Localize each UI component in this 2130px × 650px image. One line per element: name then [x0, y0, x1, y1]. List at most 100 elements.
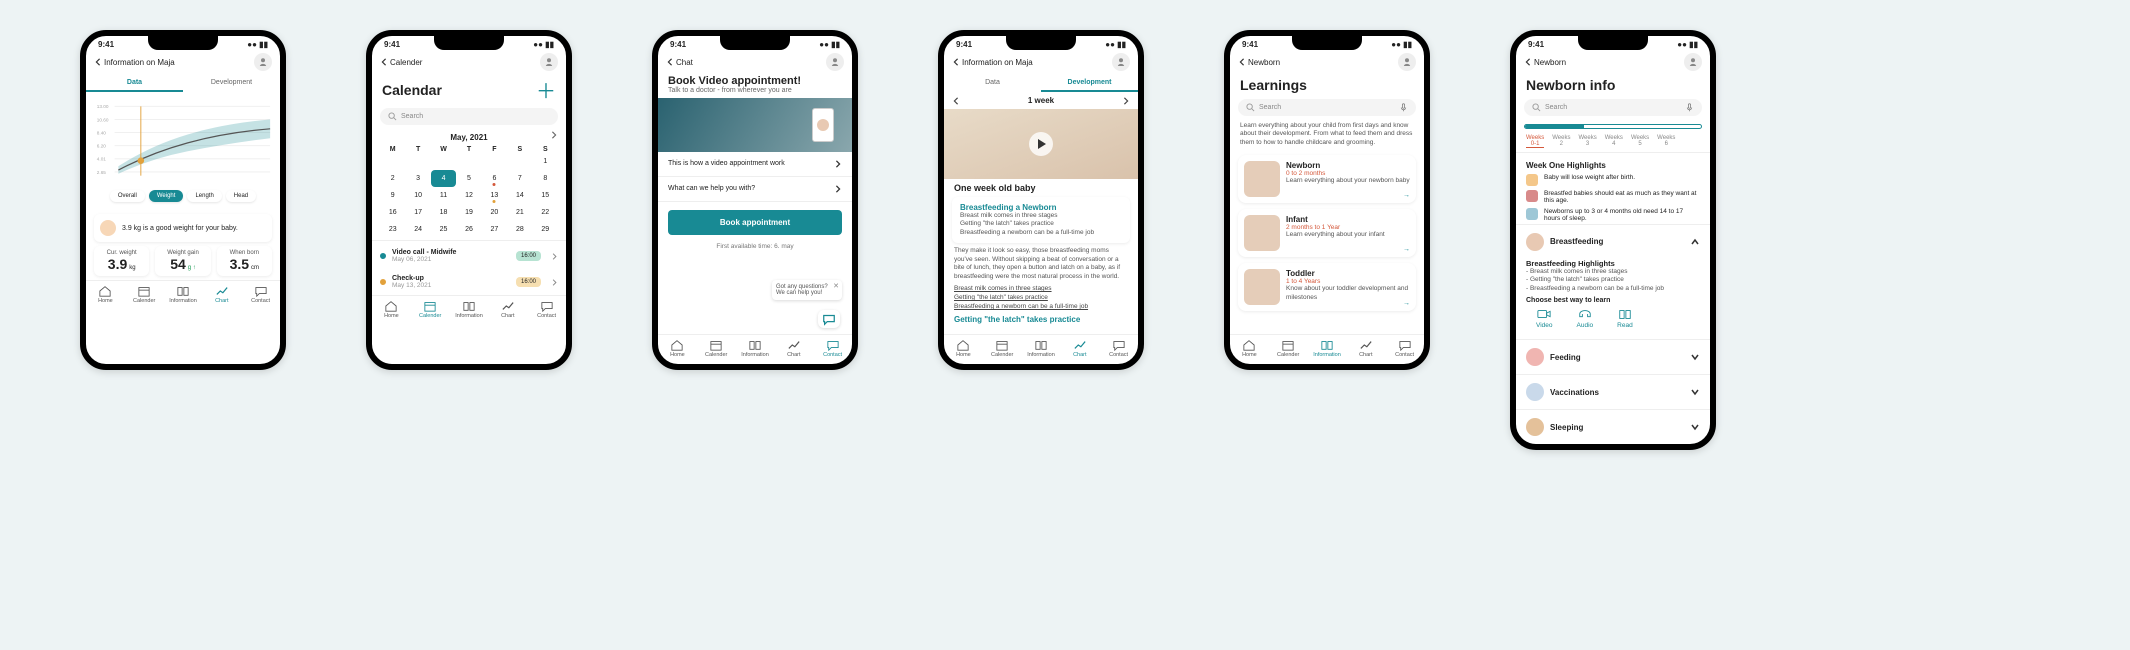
learning-card[interactable]: Newborn0 to 2 monthsLearn everything abo…: [1238, 155, 1416, 203]
nav-calendar[interactable]: Calender: [983, 335, 1022, 364]
nav-chart[interactable]: Chart: [488, 296, 527, 325]
tab-data[interactable]: Data: [86, 75, 183, 92]
learn-opt-audio[interactable]: Audio: [1577, 308, 1594, 329]
calendar-day[interactable]: 9: [380, 187, 405, 204]
calendar-day[interactable]: 1: [533, 153, 558, 170]
article-link[interactable]: Breast milk comes in three stages: [954, 284, 1128, 293]
calendar-day[interactable]: 19: [456, 204, 481, 221]
learn-opt-video[interactable]: Video: [1536, 308, 1553, 329]
nav-home[interactable]: Home: [372, 296, 411, 325]
calendar-day[interactable]: 10: [405, 187, 430, 204]
accordion-breastfeeding[interactable]: Breastfeeding: [1516, 224, 1710, 259]
chat-fab[interactable]: [818, 310, 840, 328]
arrow-right-icon[interactable]: →: [1403, 300, 1410, 307]
week-tab[interactable]: Weeks4: [1605, 135, 1623, 148]
accordion-vaccinations[interactable]: Vaccinations: [1516, 374, 1710, 409]
profile-icon[interactable]: [826, 53, 844, 71]
calendar-day[interactable]: 3: [405, 170, 430, 187]
book-button[interactable]: Book appointment: [668, 210, 842, 235]
calendar-day[interactable]: 24: [405, 221, 430, 238]
tab-development[interactable]: Development: [1041, 75, 1138, 92]
week-prev-button[interactable]: [952, 97, 960, 105]
nav-chart[interactable]: Chart: [1060, 335, 1099, 364]
close-icon[interactable]: ✕: [833, 282, 839, 290]
calendar-day[interactable]: 26: [456, 221, 481, 238]
calendar-day[interactable]: 27: [482, 221, 507, 238]
nav-chart[interactable]: Chart: [202, 281, 241, 310]
segment-parents[interactable]: Parents: [1642, 125, 1701, 129]
segment-mother[interactable]: Mother: [1584, 125, 1643, 129]
week-next-button[interactable]: [1122, 97, 1130, 105]
search-input[interactable]: Search: [1524, 99, 1702, 116]
accordion-sleeping[interactable]: Sleeping: [1516, 409, 1710, 444]
week-tab[interactable]: Weeks0-1: [1526, 135, 1544, 148]
nav-information[interactable]: Information: [1022, 335, 1061, 364]
calendar-day[interactable]: 25: [431, 221, 456, 238]
back-button[interactable]: Information on Maja: [952, 58, 1033, 67]
back-button[interactable]: Chat: [666, 58, 693, 67]
calendar-day[interactable]: 21: [507, 204, 532, 221]
segment-baby[interactable]: Baby: [1525, 125, 1584, 129]
calendar-day[interactable]: 23: [380, 221, 405, 238]
calendar-day[interactable]: 22: [533, 204, 558, 221]
info-row-how[interactable]: This is how a video appointment work: [658, 152, 852, 177]
back-button[interactable]: Newborn: [1238, 58, 1280, 67]
learn-opt-read[interactable]: Read: [1617, 308, 1633, 329]
calendar-day[interactable]: 17: [405, 204, 430, 221]
nav-calendar[interactable]: Calender: [411, 296, 450, 325]
nav-home[interactable]: Home: [944, 335, 983, 364]
calendar-day[interactable]: 7: [507, 170, 532, 187]
nav-chart[interactable]: Chart: [774, 335, 813, 364]
week-tab[interactable]: Weeks5: [1631, 135, 1649, 148]
event-row[interactable]: Video call - MidwifeMay 06, 202116:00: [372, 243, 566, 269]
month-next-button[interactable]: [550, 131, 558, 139]
segmented-control[interactable]: Baby Mother Parents: [1524, 124, 1702, 129]
calendar-day[interactable]: 29: [533, 221, 558, 238]
profile-icon[interactable]: [1112, 53, 1130, 71]
article-link[interactable]: Getting "the latch" takes practice: [954, 293, 1128, 302]
calendar-day[interactable]: 6: [482, 170, 507, 187]
weeks-tabs[interactable]: Weeks0-1Weeks2Weeks3Weeks4Weeks5Weeks6: [1516, 133, 1710, 150]
accordion-feeding[interactable]: Feeding: [1516, 339, 1710, 374]
tab-development[interactable]: Development: [183, 75, 280, 92]
article-link[interactable]: Breastfeeding a newborn can be a full-ti…: [954, 302, 1128, 311]
nav-contact[interactable]: Contact: [241, 281, 280, 310]
pill-weight[interactable]: Weight: [149, 190, 184, 202]
arrow-right-icon[interactable]: →: [1403, 246, 1410, 253]
profile-icon[interactable]: [254, 53, 272, 71]
learning-card[interactable]: Toddler1 to 4 YearsKnow about your toddl…: [1238, 263, 1416, 311]
calendar-day[interactable]: 13: [482, 187, 507, 204]
mic-icon[interactable]: [1399, 103, 1408, 112]
calendar-day[interactable]: 8: [533, 170, 558, 187]
calendar-day[interactable]: 5: [456, 170, 481, 187]
search-input[interactable]: Search: [380, 108, 558, 125]
nav-contact[interactable]: Contact: [1385, 335, 1424, 364]
pill-length[interactable]: Length: [187, 190, 221, 202]
back-button[interactable]: Calender: [380, 58, 422, 67]
back-button[interactable]: Newborn: [1524, 58, 1566, 67]
nav-information[interactable]: Information: [736, 335, 775, 364]
tab-data[interactable]: Data: [944, 75, 1041, 92]
calendar-day[interactable]: 15: [533, 187, 558, 204]
article-hero[interactable]: [944, 109, 1138, 179]
search-input[interactable]: Search: [1238, 99, 1416, 116]
nav-contact[interactable]: Contact: [1099, 335, 1138, 364]
profile-icon[interactable]: [1684, 53, 1702, 71]
profile-icon[interactable]: [540, 53, 558, 71]
nav-calendar[interactable]: Calender: [1269, 335, 1308, 364]
learning-card[interactable]: Infant2 months to 1 YearLearn everything…: [1238, 209, 1416, 257]
week-tab[interactable]: Weeks2: [1552, 135, 1570, 148]
nav-home[interactable]: Home: [1230, 335, 1269, 364]
calendar-day[interactable]: 11: [431, 187, 456, 204]
nav-calendar[interactable]: Calender: [697, 335, 736, 364]
calendar-day[interactable]: 28: [507, 221, 532, 238]
back-button[interactable]: Information on Maja: [94, 58, 175, 67]
profile-icon[interactable]: [1398, 53, 1416, 71]
nav-information[interactable]: Information: [450, 296, 489, 325]
nav-contact[interactable]: Contact: [527, 296, 566, 325]
nav-calendar[interactable]: Calender: [125, 281, 164, 310]
nav-home[interactable]: Home: [86, 281, 125, 310]
calendar-day[interactable]: 2: [380, 170, 405, 187]
pill-head[interactable]: Head: [226, 190, 256, 202]
play-icon[interactable]: [1029, 132, 1053, 156]
